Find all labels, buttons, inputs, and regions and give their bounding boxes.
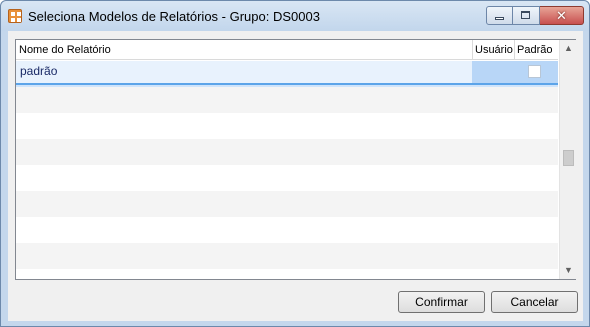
dialog-window: Seleciona Modelos de Relatórios - Grupo:… bbox=[0, 0, 590, 327]
minimize-icon bbox=[495, 17, 504, 20]
default-checkbox[interactable] bbox=[528, 65, 541, 78]
column-header-user[interactable]: Usuário bbox=[475, 44, 513, 56]
selected-user-cell bbox=[472, 61, 558, 83]
app-icon bbox=[8, 9, 22, 23]
scroll-up-icon[interactable]: ▲ bbox=[560, 40, 577, 57]
window-title: Seleciona Modelos de Relatórios - Grupo:… bbox=[28, 9, 320, 24]
minimize-button[interactable] bbox=[486, 6, 513, 25]
table-row[interactable] bbox=[16, 113, 558, 139]
table-row[interactable] bbox=[16, 191, 558, 217]
cancel-button[interactable]: Cancelar bbox=[491, 291, 578, 313]
grid-header: Nome do Relatório Usuário Padrão bbox=[16, 40, 558, 60]
maximize-button[interactable] bbox=[513, 6, 540, 25]
title-bar[interactable]: Seleciona Modelos de Relatórios - Grupo:… bbox=[1, 1, 589, 31]
table-row[interactable] bbox=[16, 165, 558, 191]
scroll-down-icon[interactable]: ▼ bbox=[560, 262, 577, 279]
table-row[interactable] bbox=[16, 243, 558, 269]
table-row[interactable] bbox=[16, 139, 558, 165]
column-separator[interactable] bbox=[514, 40, 515, 60]
confirm-button[interactable]: Confirmar bbox=[398, 291, 485, 313]
table-row[interactable] bbox=[16, 217, 558, 243]
report-models-grid[interactable]: Nome do Relatório Usuário Padrão padrão bbox=[15, 39, 576, 280]
maximize-icon bbox=[521, 11, 530, 19]
selected-name-cell bbox=[16, 61, 472, 83]
table-row[interactable]: padrão bbox=[16, 61, 558, 87]
selection-underline bbox=[16, 83, 558, 85]
table-row[interactable] bbox=[16, 87, 558, 113]
close-icon: ✕ bbox=[556, 8, 567, 23]
report-name-cell[interactable]: padrão bbox=[20, 64, 57, 78]
column-separator[interactable] bbox=[472, 40, 473, 60]
column-header-default[interactable]: Padrão bbox=[517, 44, 552, 56]
dialog-client-area: Nome do Relatório Usuário Padrão padrão bbox=[8, 31, 583, 321]
vertical-scrollbar[interactable]: ▲ ▼ bbox=[559, 40, 576, 279]
scrollbar-thumb[interactable] bbox=[563, 150, 574, 166]
close-button[interactable]: ✕ bbox=[540, 6, 584, 25]
column-header-report-name[interactable]: Nome do Relatório bbox=[19, 44, 111, 56]
